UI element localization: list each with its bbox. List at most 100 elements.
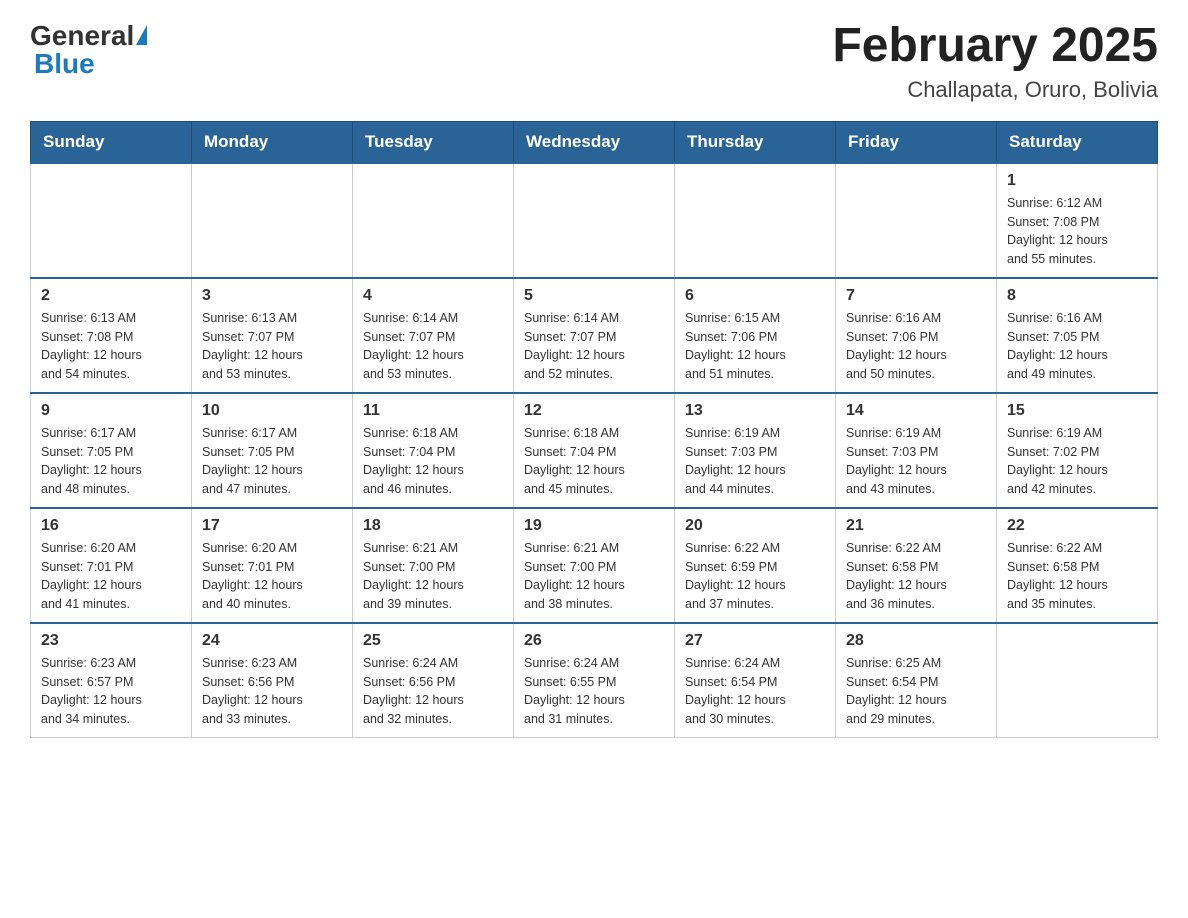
- day-info: Sunrise: 6:20 AM Sunset: 7:01 PM Dayligh…: [41, 539, 181, 614]
- day-number: 9: [41, 402, 181, 420]
- calendar-cell: 2 Sunrise: 6:13 AM Sunset: 7:08 PM Daylig…: [31, 278, 192, 393]
- day-info: Sunrise: 6:22 AM Sunset: 6:59 PM Dayligh…: [685, 539, 825, 614]
- logo-triangle-icon: [136, 25, 147, 45]
- day-header-wednesday: Wednesday: [514, 121, 675, 163]
- day-info: Sunrise: 6:23 AM Sunset: 6:56 PM Dayligh…: [202, 654, 342, 729]
- calendar-cell: 6 Sunrise: 6:15 AM Sunset: 7:06 PM Daylig…: [675, 278, 836, 393]
- day-number: 5: [524, 287, 664, 305]
- day-header-monday: Monday: [192, 121, 353, 163]
- day-number: 8: [1007, 287, 1147, 305]
- calendar-cell: 12 Sunrise: 6:18 AM Sunset: 7:04 PM Dayli…: [514, 393, 675, 508]
- calendar-cell: [31, 163, 192, 278]
- calendar-cell: 20 Sunrise: 6:22 AM Sunset: 6:59 PM Dayli…: [675, 508, 836, 623]
- calendar-cell: 14Sunrise: 6:19 AM Sunset: 7:03 PM Dayli…: [836, 393, 997, 508]
- calendar-cell: [514, 163, 675, 278]
- day-number: 12: [524, 402, 664, 420]
- day-number: 27: [685, 632, 825, 650]
- day-info: Sunrise: 6:22 AM Sunset: 6:58 PM Dayligh…: [1007, 539, 1147, 614]
- calendar-cell: [836, 163, 997, 278]
- day-number: 6: [685, 287, 825, 305]
- calendar-cell: 27 Sunrise: 6:24 AM Sunset: 6:54 PM Dayli…: [675, 623, 836, 738]
- day-info: Sunrise: 6:17 AM Sunset: 7:05 PM Dayligh…: [41, 424, 181, 499]
- calendar-cell: 1 Sunrise: 6:12 AM Sunset: 7:08 PM Daylig…: [997, 163, 1158, 278]
- week-row-4: 16 Sunrise: 6:20 AM Sunset: 7:01 PM Dayli…: [31, 508, 1158, 623]
- day-info: Sunrise: 6:14 AM Sunset: 7:07 PM Dayligh…: [363, 309, 503, 384]
- day-number: 28: [846, 632, 986, 650]
- day-info: Sunrise: 6:22 AM Sunset: 6:58 PM Dayligh…: [846, 539, 986, 614]
- week-row-3: 9 Sunrise: 6:17 AM Sunset: 7:05 PM Daylig…: [31, 393, 1158, 508]
- day-info: Sunrise: 6:14 AM Sunset: 7:07 PM Dayligh…: [524, 309, 664, 384]
- calendar-cell: 17 Sunrise: 6:20 AM Sunset: 7:01 PM Dayli…: [192, 508, 353, 623]
- day-info: Sunrise: 6:18 AM Sunset: 7:04 PM Dayligh…: [363, 424, 503, 499]
- calendar-cell: 24 Sunrise: 6:23 AM Sunset: 6:56 PM Dayli…: [192, 623, 353, 738]
- calendar-cell: 23 Sunrise: 6:23 AM Sunset: 6:57 PM Dayli…: [31, 623, 192, 738]
- day-info: Sunrise: 6:21 AM Sunset: 7:00 PM Dayligh…: [524, 539, 664, 614]
- calendar-cell: 16 Sunrise: 6:20 AM Sunset: 7:01 PM Dayli…: [31, 508, 192, 623]
- day-number: 26: [524, 632, 664, 650]
- day-info: Sunrise: 6:23 AM Sunset: 6:57 PM Dayligh…: [41, 654, 181, 729]
- day-info: Sunrise: 6:17 AM Sunset: 7:05 PM Dayligh…: [202, 424, 342, 499]
- calendar-cell: 21 Sunrise: 6:22 AM Sunset: 6:58 PM Dayli…: [836, 508, 997, 623]
- calendar-cell: 8 Sunrise: 6:16 AM Sunset: 7:05 PM Daylig…: [997, 278, 1158, 393]
- calendar-cell: 25Sunrise: 6:24 AM Sunset: 6:56 PM Dayli…: [353, 623, 514, 738]
- week-row-5: 23 Sunrise: 6:23 AM Sunset: 6:57 PM Dayli…: [31, 623, 1158, 738]
- calendar-title: February 2025: [832, 20, 1158, 73]
- day-number: 17: [202, 517, 342, 535]
- calendar-cell: 7 Sunrise: 6:16 AM Sunset: 7:06 PM Daylig…: [836, 278, 997, 393]
- day-info: Sunrise: 6:24 AM Sunset: 6:55 PM Dayligh…: [524, 654, 664, 729]
- calendar-cell: 22 Sunrise: 6:22 AM Sunset: 6:58 PM Dayli…: [997, 508, 1158, 623]
- day-info: Sunrise: 6:12 AM Sunset: 7:08 PM Dayligh…: [1007, 194, 1147, 269]
- day-number: 10: [202, 402, 342, 420]
- day-info: Sunrise: 6:16 AM Sunset: 7:06 PM Dayligh…: [846, 309, 986, 384]
- day-header-sunday: Sunday: [31, 121, 192, 163]
- calendar-cell: 28 Sunrise: 6:25 AM Sunset: 6:54 PM Dayli…: [836, 623, 997, 738]
- day-number: 2: [41, 287, 181, 305]
- calendar-cell: 5 Sunrise: 6:14 AM Sunset: 7:07 PM Daylig…: [514, 278, 675, 393]
- day-info: Sunrise: 6:24 AM Sunset: 6:54 PM Dayligh…: [685, 654, 825, 729]
- day-info: Sunrise: 6:18 AM Sunset: 7:04 PM Dayligh…: [524, 424, 664, 499]
- calendar-header-row: SundayMondayTuesdayWednesdayThursdayFrid…: [31, 121, 1158, 163]
- calendar-subtitle: Challapata, Oruro, Bolivia: [832, 77, 1158, 103]
- title-block: February 2025 Challapata, Oruro, Bolivia: [832, 20, 1158, 103]
- day-number: 16: [41, 517, 181, 535]
- day-info: Sunrise: 6:16 AM Sunset: 7:05 PM Dayligh…: [1007, 309, 1147, 384]
- day-info: Sunrise: 6:15 AM Sunset: 7:06 PM Dayligh…: [685, 309, 825, 384]
- calendar-table: SundayMondayTuesdayWednesdayThursdayFrid…: [30, 121, 1158, 738]
- day-info: Sunrise: 6:13 AM Sunset: 7:08 PM Dayligh…: [41, 309, 181, 384]
- calendar-cell: 10 Sunrise: 6:17 AM Sunset: 7:05 PM Dayli…: [192, 393, 353, 508]
- logo: General Blue: [30, 20, 147, 80]
- day-info: Sunrise: 6:13 AM Sunset: 7:07 PM Dayligh…: [202, 309, 342, 384]
- day-number: 21: [846, 517, 986, 535]
- calendar-cell: 9 Sunrise: 6:17 AM Sunset: 7:05 PM Daylig…: [31, 393, 192, 508]
- day-number: 20: [685, 517, 825, 535]
- day-number: 14: [846, 402, 986, 420]
- calendar-cell: [675, 163, 836, 278]
- day-number: 7: [846, 287, 986, 305]
- page-header: General Blue February 2025 Challapata, O…: [30, 20, 1158, 103]
- day-number: 25: [363, 632, 503, 650]
- calendar-cell: [353, 163, 514, 278]
- day-number: 18: [363, 517, 503, 535]
- calendar-cell: 26 Sunrise: 6:24 AM Sunset: 6:55 PM Dayli…: [514, 623, 675, 738]
- calendar-cell: 3Sunrise: 6:13 AM Sunset: 7:07 PM Daylig…: [192, 278, 353, 393]
- day-number: 22: [1007, 517, 1147, 535]
- calendar-cell: 15Sunrise: 6:19 AM Sunset: 7:02 PM Dayli…: [997, 393, 1158, 508]
- calendar-cell: [997, 623, 1158, 738]
- calendar-cell: 4 Sunrise: 6:14 AM Sunset: 7:07 PM Daylig…: [353, 278, 514, 393]
- calendar-cell: 13Sunrise: 6:19 AM Sunset: 7:03 PM Dayli…: [675, 393, 836, 508]
- logo-blue-text: Blue: [34, 48, 95, 80]
- day-header-friday: Friday: [836, 121, 997, 163]
- day-number: 4: [363, 287, 503, 305]
- day-info: Sunrise: 6:25 AM Sunset: 6:54 PM Dayligh…: [846, 654, 986, 729]
- calendar-cell: 11Sunrise: 6:18 AM Sunset: 7:04 PM Dayli…: [353, 393, 514, 508]
- calendar-cell: 18 Sunrise: 6:21 AM Sunset: 7:00 PM Dayli…: [353, 508, 514, 623]
- calendar-cell: [192, 163, 353, 278]
- day-number: 23: [41, 632, 181, 650]
- day-header-tuesday: Tuesday: [353, 121, 514, 163]
- day-info: Sunrise: 6:20 AM Sunset: 7:01 PM Dayligh…: [202, 539, 342, 614]
- calendar-cell: 19Sunrise: 6:21 AM Sunset: 7:00 PM Dayli…: [514, 508, 675, 623]
- day-number: 1: [1007, 172, 1147, 190]
- day-header-thursday: Thursday: [675, 121, 836, 163]
- day-number: 24: [202, 632, 342, 650]
- day-info: Sunrise: 6:21 AM Sunset: 7:00 PM Dayligh…: [363, 539, 503, 614]
